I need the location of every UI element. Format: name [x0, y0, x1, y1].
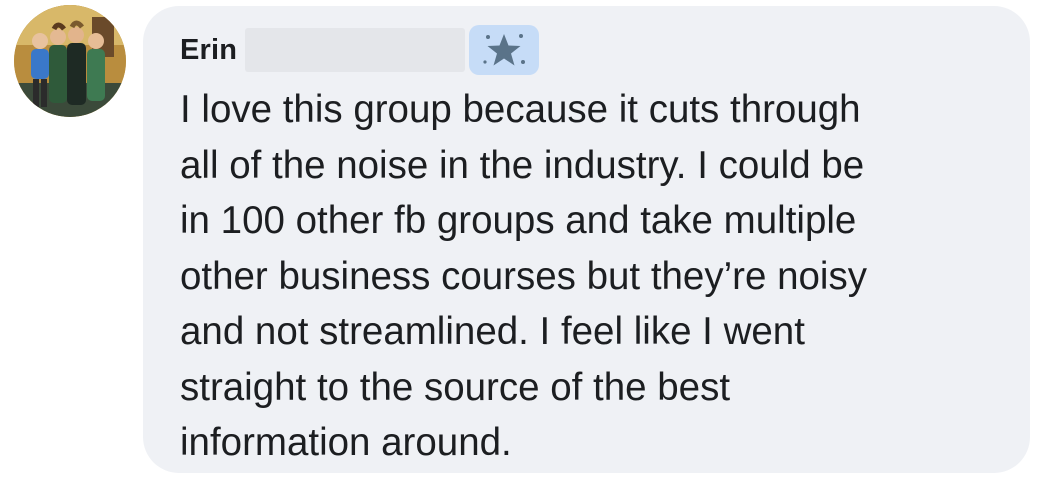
star-badge-icon [483, 34, 526, 66]
star-badge[interactable] [469, 25, 540, 75]
name-redaction [245, 28, 466, 72]
comment-header: Erin [180, 22, 540, 78]
comment-bubble: Erin I love this group because it cuts t… [143, 6, 1030, 473]
comment-text: I love this group because it cuts throug… [180, 88, 867, 464]
avatar[interactable] [14, 5, 126, 117]
author-name[interactable]: Erin [180, 34, 237, 67]
